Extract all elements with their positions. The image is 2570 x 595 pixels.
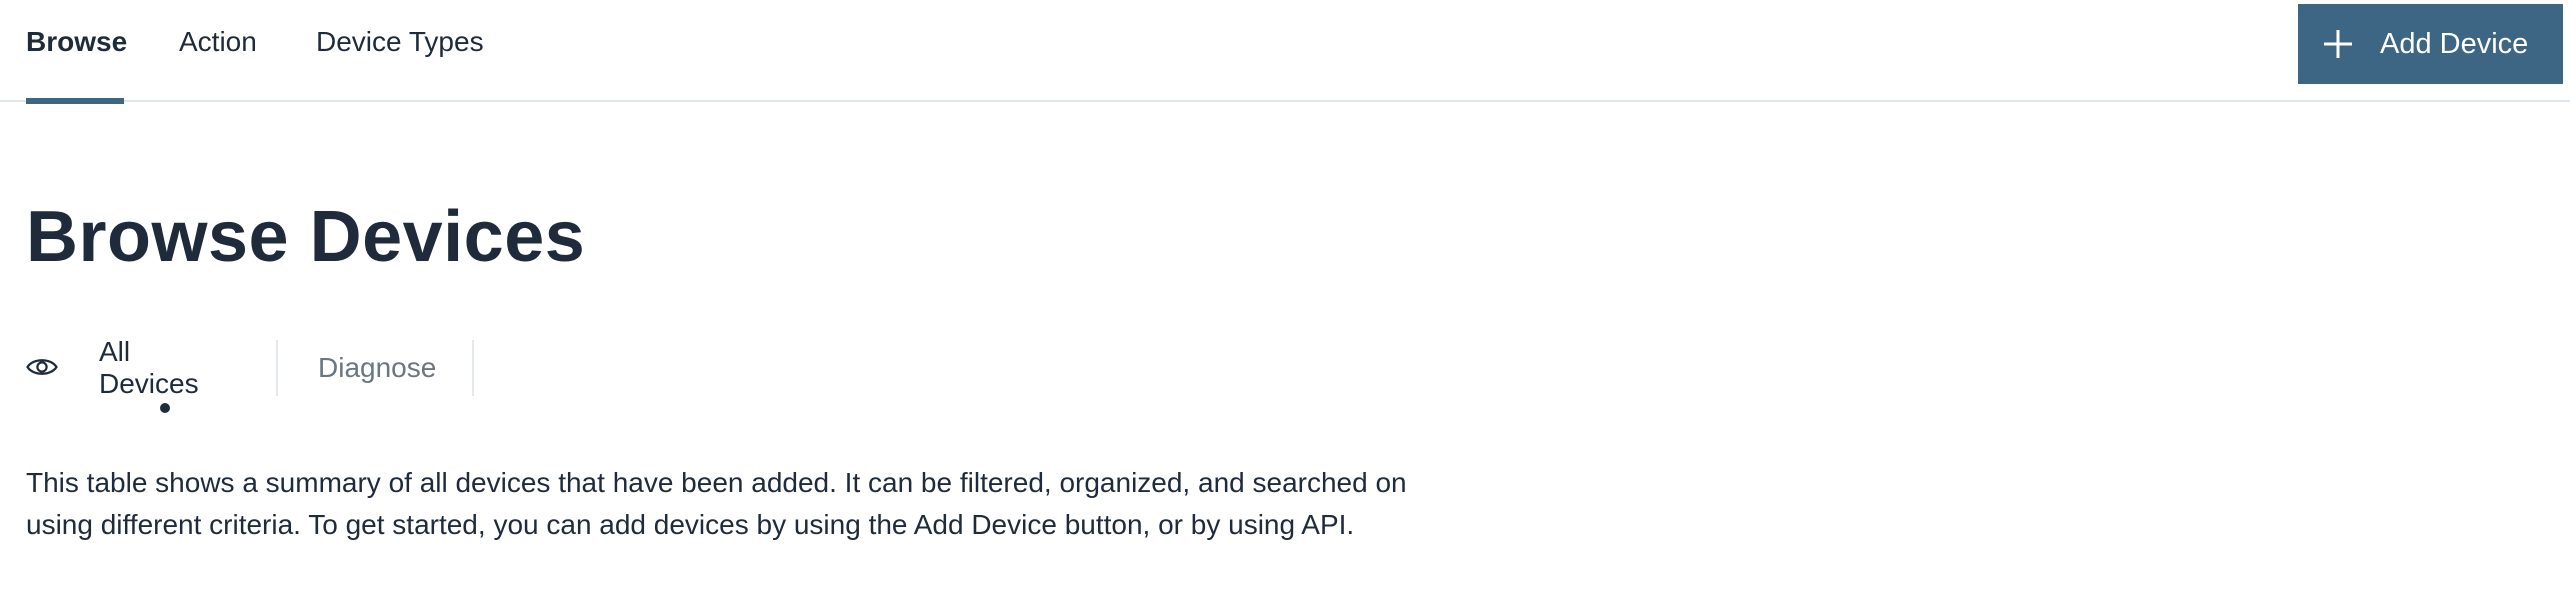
page: Browse Action Device Types Add Device Br… xyxy=(0,0,2570,595)
subtab-divider xyxy=(276,340,278,396)
subtab-all-devices[interactable]: All Devices xyxy=(99,336,199,399)
active-subtab-indicator xyxy=(160,403,170,413)
page-description: This table shows a summary of all device… xyxy=(26,467,1407,540)
tab-browse[interactable]: Browse xyxy=(26,0,128,104)
add-device-button-label: Add Device xyxy=(2380,27,2529,60)
plus-icon xyxy=(2324,30,2352,58)
add-device-button[interactable]: Add Device xyxy=(2298,4,2563,84)
tab-action[interactable]: Action xyxy=(179,0,257,102)
eye-icon xyxy=(26,359,58,375)
tab-device-types-label: Device Types xyxy=(316,26,484,57)
subtab-diagnose-label: Diagnose xyxy=(318,352,437,383)
top-navigation: Browse Action Device Types Add Device xyxy=(0,0,2570,104)
tab-browse-label: Browse xyxy=(26,26,128,57)
page-title: Browse Devices xyxy=(26,197,586,277)
tab-action-label: Action xyxy=(179,26,257,57)
tab-device-types[interactable]: Device Types xyxy=(316,0,484,102)
subtab-diagnose[interactable]: Diagnose xyxy=(318,340,436,396)
subtab-divider xyxy=(472,340,474,396)
subtab-all-devices-label: All Devices xyxy=(99,336,199,399)
